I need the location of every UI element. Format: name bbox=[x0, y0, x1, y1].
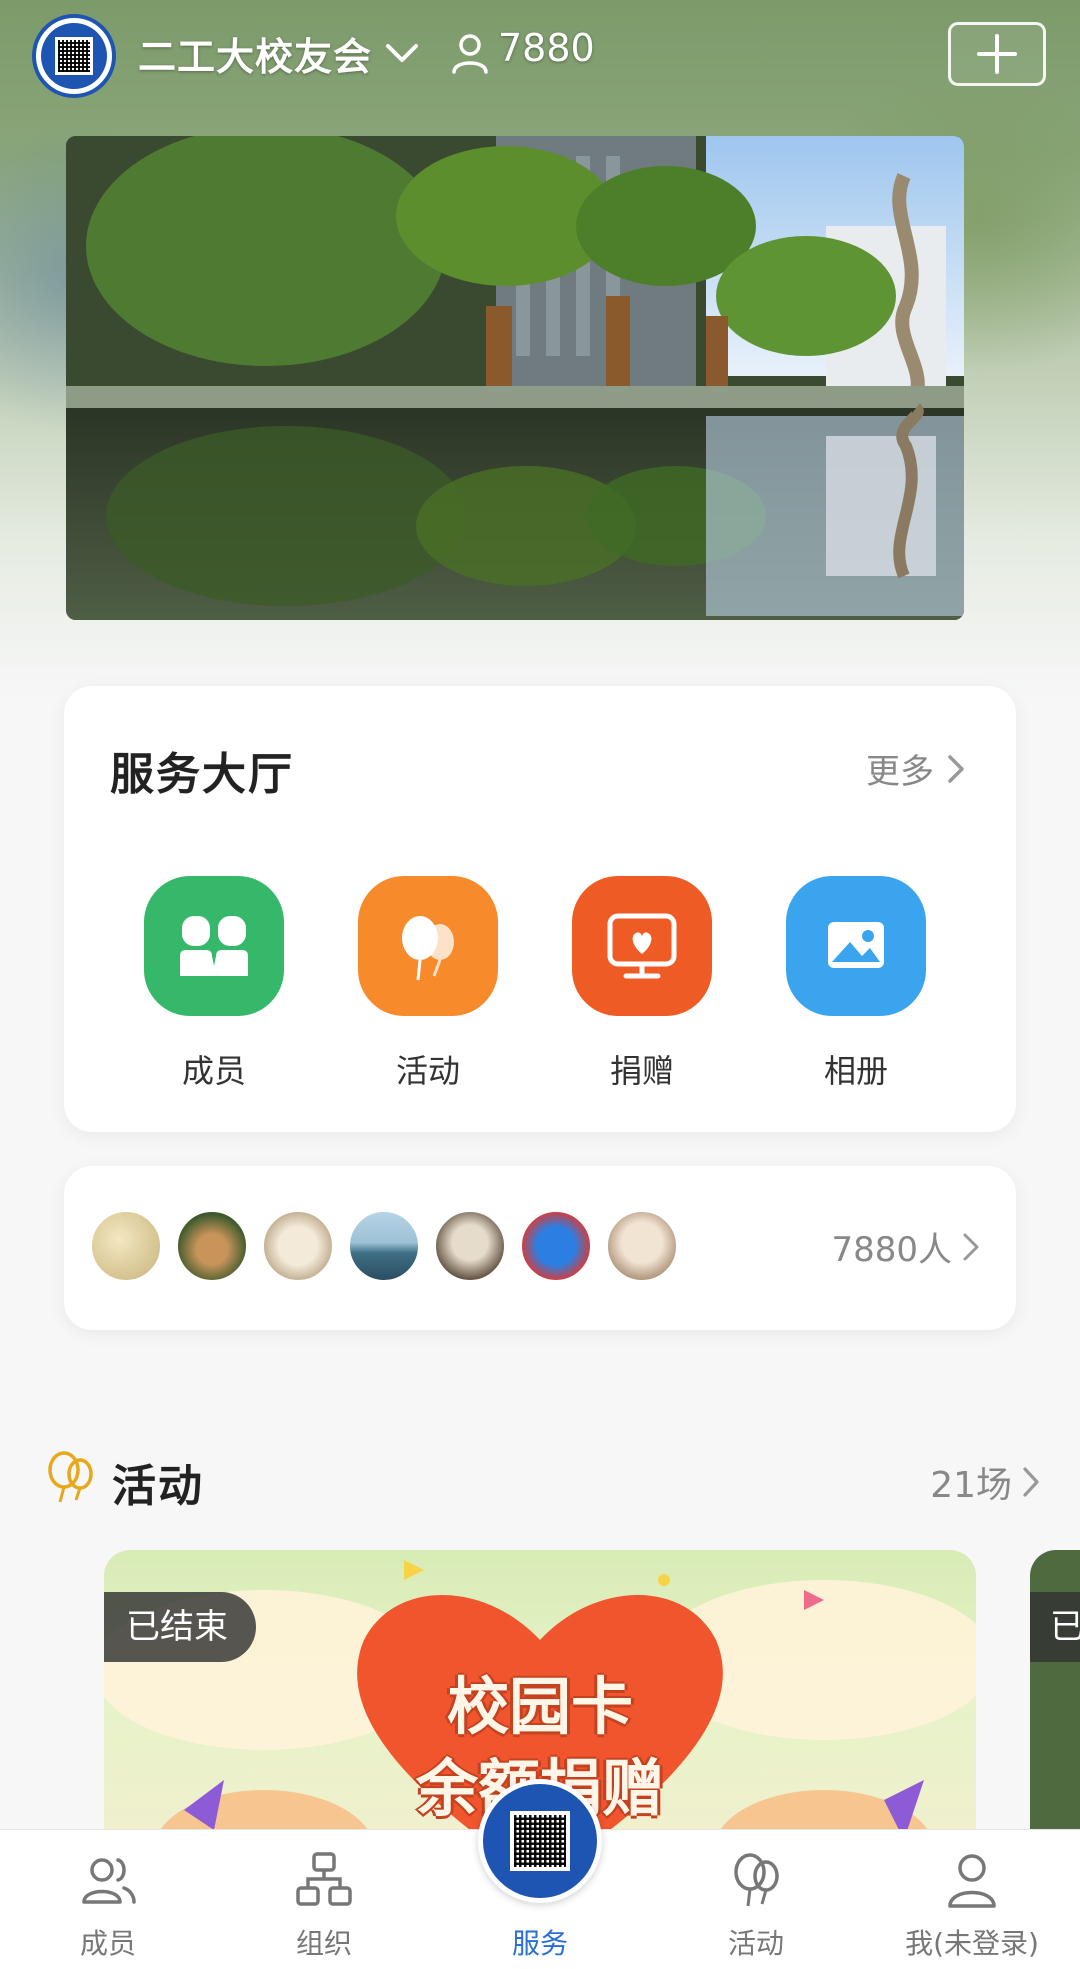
add-button[interactable] bbox=[948, 22, 1046, 86]
avatar bbox=[520, 1210, 592, 1282]
chevron-down-icon[interactable] bbox=[382, 36, 422, 70]
tab-label: 组织 bbox=[295, 1927, 352, 1960]
chevron-right-icon bbox=[963, 1233, 979, 1260]
donation-screen-icon bbox=[607, 913, 677, 979]
service-label: 成员 bbox=[181, 1052, 246, 1090]
service-activity[interactable]: 活动 bbox=[348, 876, 508, 1092]
activity-title: 活动 bbox=[112, 1461, 204, 1512]
org-name[interactable]: 二工大校友会 bbox=[138, 26, 372, 81]
qr-code-icon bbox=[55, 37, 93, 75]
activity-count-label: 21场 bbox=[930, 1465, 1012, 1506]
service-members[interactable]: 成员 bbox=[134, 876, 294, 1092]
qr-code-icon bbox=[510, 1811, 570, 1871]
status-badge: 已 bbox=[1030, 1592, 1080, 1662]
chevron-right-icon bbox=[948, 754, 964, 783]
service-hall-card: 服务大厅 更多 成员 活动 捐赠 相册 bbox=[64, 686, 1016, 1132]
tab-organization[interactable]: 组织 bbox=[216, 1830, 432, 1969]
campus-photo bbox=[66, 136, 964, 620]
members-count-link[interactable]: 7880人 bbox=[831, 1222, 980, 1271]
service-grid: 成员 活动 捐赠 相册 bbox=[64, 876, 1016, 1096]
chevron-right-icon bbox=[1023, 1467, 1039, 1497]
plus-icon bbox=[977, 34, 1017, 74]
tab-me[interactable]: 我(未登录) bbox=[864, 1830, 1080, 1969]
qr-badge-icon[interactable] bbox=[478, 1779, 602, 1903]
service-album[interactable]: 相册 bbox=[776, 876, 936, 1092]
avatar bbox=[176, 1210, 248, 1282]
activity-header: 活动 21场 bbox=[44, 1444, 1040, 1514]
status-badge: 已结束 bbox=[104, 1592, 256, 1662]
tab-activities[interactable]: 活动 bbox=[648, 1830, 864, 1969]
balloons-icon bbox=[48, 1451, 93, 1503]
tab-members[interactable]: 成员 bbox=[0, 1830, 216, 1969]
avatar bbox=[348, 1210, 420, 1282]
members-outline-icon bbox=[82, 1858, 136, 1904]
service-hall-title: 服务大厅 bbox=[110, 749, 294, 800]
members-icon bbox=[180, 916, 248, 976]
tab-label: 服务 bbox=[511, 1927, 568, 1960]
avatar bbox=[90, 1210, 162, 1282]
balloons-icon bbox=[402, 916, 454, 981]
member-count: 7880 bbox=[498, 26, 595, 70]
service-label: 捐赠 bbox=[609, 1052, 674, 1090]
members-count-label: 7880人 bbox=[831, 1230, 952, 1270]
top-bar: 二工大校友会 7880 bbox=[0, 0, 1080, 110]
photo-album-icon bbox=[828, 922, 884, 968]
service-label: 相册 bbox=[823, 1052, 888, 1090]
banner-image[interactable] bbox=[66, 136, 964, 620]
members-strip[interactable]: 7880人 bbox=[64, 1166, 1016, 1330]
poster-line-1: 校园卡 bbox=[446, 1670, 633, 1743]
avatar bbox=[434, 1210, 506, 1282]
org-chart-icon bbox=[296, 1852, 352, 1906]
more-label: 更多 bbox=[866, 752, 934, 792]
more-link[interactable]: 更多 bbox=[866, 744, 966, 793]
user-outline-icon bbox=[948, 1854, 996, 1908]
tab-label: 活动 bbox=[727, 1927, 784, 1960]
person-icon bbox=[452, 34, 488, 74]
service-donation[interactable]: 捐赠 bbox=[562, 876, 722, 1092]
app-page: 二工大校友会 7880 服务大厅 更多 成员 活动 捐赠 相册 7880人 活动… bbox=[0, 0, 1080, 1969]
activity-count-link[interactable]: 21场 bbox=[930, 1456, 1040, 1508]
avatar bbox=[262, 1210, 334, 1282]
tab-label: 我(未登录) bbox=[905, 1927, 1039, 1960]
service-label: 活动 bbox=[395, 1052, 460, 1090]
tab-label: 成员 bbox=[79, 1927, 136, 1960]
avatar bbox=[606, 1210, 678, 1282]
balloons-outline-icon bbox=[734, 1853, 779, 1907]
org-logo[interactable] bbox=[32, 14, 116, 98]
